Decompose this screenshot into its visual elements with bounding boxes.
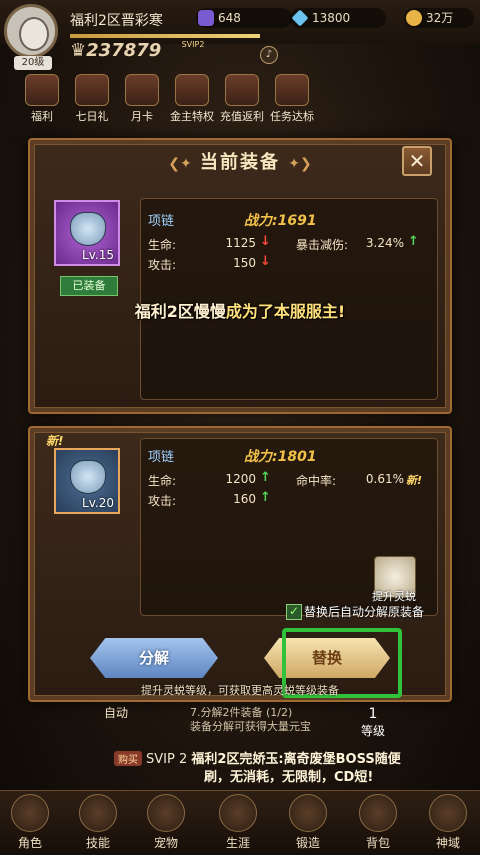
upgrade-spirit-label[interactable]: 提升灵蜕 <box>366 588 422 604</box>
avatar-face-icon <box>19 17 49 51</box>
monthly-card-icon <box>125 74 159 106</box>
currency-gold-value: 32万 <box>426 11 454 25</box>
level-chip[interactable]: 1 等级 <box>356 706 390 739</box>
svip-level: SVIP 2 <box>146 752 188 767</box>
candidate-item-level: Lv.20 <box>82 496 114 510</box>
announcement-name: 福利2区慢慢 <box>134 302 226 321</box>
close-icon: ✕ <box>408 149 426 173</box>
current-item-slot[interactable]: Lv.15 <box>54 200 120 266</box>
menu-item-seven-day[interactable]: 七日礼 <box>70 74 114 124</box>
nav-backpack[interactable]: 背包 <box>350 792 406 851</box>
current-extra-label: 暴击减伤: <box>296 238 349 252</box>
dialog-title: ❮✦ 当前装备 ✦❯ <box>168 152 312 173</box>
divine-domain-icon <box>429 794 467 832</box>
vip-privilege-icon <box>175 74 209 106</box>
arrow-down-icon: ↓ <box>260 234 271 249</box>
avatar[interactable] <box>4 4 58 58</box>
current-item-name: 项链 <box>148 214 175 229</box>
decompose-task-title: 7.分解2件装备 (1/2) <box>190 706 293 719</box>
upgrade-hint: 提升灵蜕等级，可获取更高灵蜕等级装备 <box>141 684 339 697</box>
arrow-up-icon: ↑ <box>408 234 419 249</box>
ticket-icon <box>198 10 214 26</box>
forge-icon <box>289 794 327 832</box>
currency-diamond[interactable]: 13800 <box>290 8 386 28</box>
career-shield-icon <box>219 794 257 832</box>
arrow-up-icon: ↑ <box>260 490 271 505</box>
candidate-extra-label: 命中率: <box>296 474 337 488</box>
menu-item-welfare[interactable]: 福利 <box>20 74 64 124</box>
nav-divine-domain[interactable]: 神域 <box>420 792 476 851</box>
current-hp-label: 生命: <box>148 238 177 252</box>
svip-label[interactable]: SVIP2 <box>178 40 208 66</box>
candidate-item-name: 项链 <box>148 450 175 465</box>
currency-ticket[interactable]: 648 <box>196 8 292 28</box>
current-item-level: Lv.15 <box>82 248 114 262</box>
decompose-task-desc: 装备分解可获得大量元宝 <box>190 720 311 733</box>
svip-chat-row[interactable]: 购买 SVIP 2 福利2区完娇玉:离奇废堡BOSS随便 <box>114 748 401 767</box>
gold-coin-icon <box>406 10 422 26</box>
buy-tag: 购买 <box>114 751 142 766</box>
auto-decompose-label[interactable]: 替换后自动分解原装备 <box>304 603 424 620</box>
nav-career[interactable]: 生涯 <box>210 792 266 851</box>
level-label: 等级 <box>360 724 385 738</box>
necklace-icon <box>70 212 106 246</box>
power-value: ♛237879 <box>70 40 162 61</box>
diamond-icon <box>291 9 309 27</box>
decompose-button[interactable]: 分解 <box>90 638 218 678</box>
arrow-up-icon: ↑ <box>260 470 271 485</box>
close-button[interactable]: ✕ <box>402 146 432 176</box>
current-atk-label: 攻击: <box>148 258 177 272</box>
candidate-item-slot[interactable]: Lv.20 <box>54 448 120 514</box>
candidate-atk-value: 160 <box>233 492 256 506</box>
equipped-tag: 已装备 <box>60 276 118 296</box>
currency-ticket-value: 648 <box>218 11 241 25</box>
currency-gold[interactable]: 32万 <box>404 8 474 28</box>
current-item-power: 战力:1691 <box>244 213 317 229</box>
menu-item-monthly-card[interactable]: 月卡 <box>120 74 164 124</box>
level-number: 1 <box>368 706 378 722</box>
character-icon <box>11 794 49 832</box>
seven-day-icon <box>75 74 109 106</box>
power-bar <box>70 34 260 38</box>
pets-icon <box>147 794 185 832</box>
nav-character[interactable]: 角色 <box>2 792 58 851</box>
current-extra-value: 3.24% <box>365 236 404 250</box>
task-icon <box>275 74 309 106</box>
nav-pets[interactable]: 宠物 <box>138 792 194 851</box>
menu-item-task[interactable]: 任务达标 <box>270 74 314 124</box>
nav-forge[interactable]: 锻造 <box>280 792 336 851</box>
server-announcement: 福利2区慢慢成为了本服服主! <box>60 298 420 322</box>
player-name: 福利2区晋彩寒 <box>70 13 163 29</box>
candidate-extra-value: 0.61% <box>365 472 404 486</box>
nav-skills[interactable]: 技能 <box>70 792 126 851</box>
auto-decompose-checkbox[interactable]: ✓ <box>286 604 302 620</box>
backpack-icon <box>359 794 397 832</box>
candidate-item-power: 战力:1801 <box>244 449 317 465</box>
power-number: 237879 <box>86 40 162 61</box>
welfare-icon <box>25 74 59 106</box>
candidate-hp-label: 生命: <box>148 474 177 488</box>
current-hp-value: 1125 <box>225 236 256 250</box>
new-badge: 新! <box>46 434 64 448</box>
decompose-task[interactable]: 7.分解2件装备 (1/2) 装备分解可获得大量元宝 <box>190 706 311 734</box>
necklace-icon <box>70 460 106 494</box>
candidate-hp-value: 1200 <box>225 472 256 486</box>
menu-item-vip-privilege[interactable]: 金主特权 <box>170 74 214 124</box>
auto-button[interactable]: 自动 <box>96 704 136 721</box>
chat-message-line1: 福利2区完娇玉:离奇废堡BOSS随便 <box>191 752 401 767</box>
recharge-rebate-icon <box>225 74 259 106</box>
announcement-text: 成为了本服服主! <box>225 302 346 321</box>
candidate-atk-label: 攻击: <box>148 494 177 508</box>
level-badge: 20级 <box>14 56 52 70</box>
arrow-down-icon: ↓ <box>260 254 271 269</box>
current-atk-value: 150 <box>233 256 256 270</box>
new-flag: 新! <box>406 474 423 487</box>
currency-diamond-value: 13800 <box>312 11 351 25</box>
chat-message-line2: 刷，无消耗，无限制，CD短! <box>204 770 374 785</box>
sound-icon[interactable]: ♪ <box>260 46 278 64</box>
menu-item-recharge-rebate[interactable]: 充值返利 <box>220 74 264 124</box>
skills-icon <box>79 794 117 832</box>
